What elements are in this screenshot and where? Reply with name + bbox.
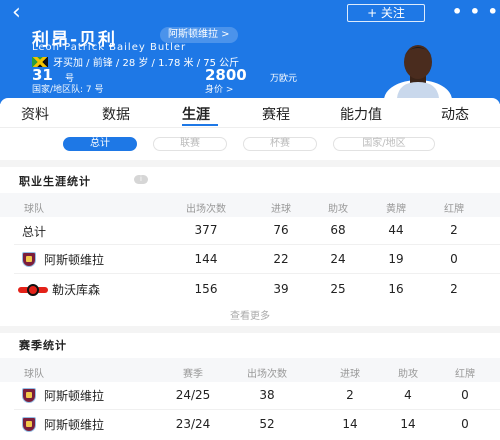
tab-schedule[interactable]: 赛程 — [262, 104, 290, 124]
section-divider — [0, 326, 500, 333]
season-goals: 14 — [342, 417, 358, 431]
leverkusen-badge-icon — [18, 283, 48, 297]
career-table-header: 球队 出场次数 进球 助攻 黄牌 红牌 — [0, 193, 500, 217]
season-assists: 14 — [400, 417, 416, 431]
season-team-link[interactable]: 阿斯顿维拉 — [22, 387, 104, 404]
header-goals: 进球 — [271, 204, 291, 215]
row-divider — [14, 244, 500, 245]
tab-ability[interactable]: 能力值 — [340, 104, 382, 124]
team-name: 勒沃库森 — [52, 283, 101, 297]
header-assists: 助攻 — [398, 369, 418, 380]
jamaica-flag-icon — [32, 56, 48, 67]
market-value-link[interactable]: 身价 > — [205, 82, 233, 95]
total-assists: 68 — [330, 223, 346, 237]
chip-cup[interactable]: 杯赛 — [243, 137, 317, 151]
tab-profile[interactable]: 资料 — [21, 104, 49, 124]
total-label: 总计 — [22, 225, 47, 239]
market-value-unit: 万欧元 — [270, 74, 298, 84]
leverkusen-yellow: 16 — [388, 282, 404, 296]
total-red: 2 — [450, 223, 458, 237]
tab-news[interactable]: 动态 — [441, 104, 469, 124]
villa-assists: 24 — [330, 252, 346, 266]
header-yellow: 黄牌 — [386, 204, 406, 215]
follow-button[interactable]: + 关注 — [347, 4, 425, 22]
villa-apps: 144 — [194, 252, 218, 266]
header-apps: 出场次数 — [186, 204, 226, 215]
section-divider — [0, 160, 500, 167]
header-red: 红牌 — [444, 204, 464, 215]
player-header: ‹ + 关注 • • • 利昂-贝利 阿斯顿维拉 > Leon Patrick … — [0, 0, 500, 104]
team-name: 阿斯顿维拉 — [44, 418, 105, 432]
villa-goals: 22 — [273, 252, 289, 266]
player-name-en: Leon Patrick Bailey Butler — [32, 42, 187, 53]
info-icon[interactable]: i — [134, 175, 148, 184]
player-avatar — [384, 45, 452, 98]
main-tab-bar: 资料 数据 生涯 赛程 能力值 动态 — [0, 98, 500, 128]
leverkusen-red: 2 — [450, 282, 458, 296]
header-red: 红牌 — [455, 369, 475, 380]
season-assists: 4 — [404, 388, 412, 402]
tab-career[interactable]: 生涯 — [182, 104, 210, 124]
back-icon[interactable]: ‹ — [12, 2, 21, 24]
villa-yellow: 19 — [388, 252, 404, 266]
season-apps: 52 — [259, 417, 275, 431]
chip-national[interactable]: 国家/地区 — [333, 137, 435, 151]
header-team: 球队 — [24, 369, 44, 380]
more-options-icon[interactable]: • • • — [452, 2, 499, 21]
team-link-villa[interactable]: 阿斯顿维拉 — [22, 251, 104, 268]
leverkusen-assists: 25 — [330, 282, 346, 296]
career-stats-title: 职业生涯统计 — [19, 175, 91, 188]
season-red: 0 — [461, 417, 469, 431]
total-goals: 76 — [273, 223, 289, 237]
season-goals: 2 — [346, 388, 354, 402]
tab-data[interactable]: 数据 — [102, 104, 130, 124]
total-apps: 377 — [194, 223, 218, 237]
chip-league[interactable]: 联赛 — [153, 137, 227, 151]
team-link-leverkusen[interactable]: 勒沃库森 — [18, 281, 100, 298]
header-assists: 助攻 — [328, 204, 348, 215]
header-apps: 出场次数 — [247, 369, 287, 380]
villa-badge-icon — [22, 388, 36, 403]
villa-badge-icon — [22, 417, 36, 432]
header-team: 球队 — [24, 204, 44, 215]
active-tab-indicator — [182, 124, 218, 126]
season-table-header: 球队 赛季 出场次数 进球 助攻 红牌 — [0, 358, 500, 382]
team-name: 阿斯顿维拉 — [44, 253, 105, 267]
chip-total[interactable]: 总计 — [63, 137, 137, 151]
row-divider — [14, 409, 500, 410]
view-more-link[interactable]: 查看更多 — [230, 307, 270, 322]
season-year: 24/25 — [175, 388, 211, 402]
header-season: 赛季 — [183, 369, 203, 380]
season-year: 23/24 — [175, 417, 211, 431]
season-team-link[interactable]: 阿斯顿维拉 — [22, 416, 104, 433]
row-divider — [14, 273, 500, 274]
header-goals: 进球 — [340, 369, 360, 380]
season-red: 0 — [461, 388, 469, 402]
team-name: 阿斯顿维拉 — [44, 389, 105, 403]
leverkusen-apps: 156 — [194, 282, 218, 296]
total-yellow: 44 — [388, 223, 404, 237]
national-team-number: 国家/地区队: 7 号 — [32, 85, 104, 95]
season-apps: 38 — [259, 388, 275, 402]
villa-red: 0 — [450, 252, 458, 266]
leverkusen-goals: 39 — [273, 282, 289, 296]
season-stats-title: 赛季统计 — [19, 339, 67, 352]
club-link[interactable]: 阿斯顿维拉 > — [160, 27, 238, 43]
villa-badge-icon — [22, 252, 36, 267]
